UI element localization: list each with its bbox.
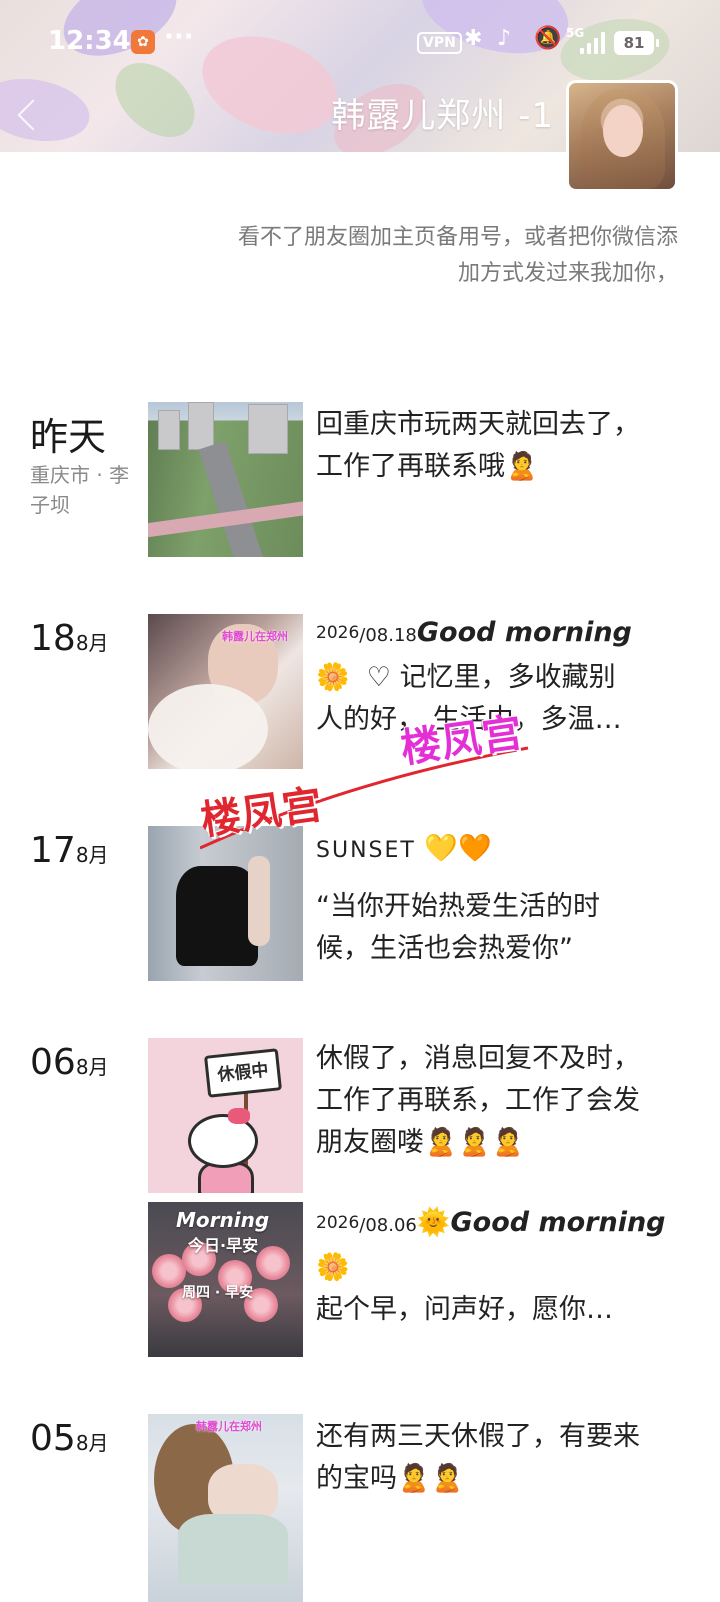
post-headline: 2026/08.06🌞Good morning — [316, 1202, 686, 1247]
post-text-line: 候，生活也会热爱你” — [316, 933, 573, 964]
post-text-line: 工作了再联系，工作了会发 — [316, 1085, 640, 1116]
earbuds-icon: ♪ — [497, 26, 512, 51]
thumb-flower — [152, 1254, 186, 1288]
post-text: 回重庆市玩两天就回去了， 工作了再联系哦🙎 — [316, 404, 686, 488]
avatar[interactable] — [566, 80, 678, 192]
mute-bell-icon: 🔕 — [534, 26, 562, 51]
person-emoji: 🙎 — [505, 451, 539, 482]
vpn-icon: VPN — [417, 32, 462, 54]
signature-line: 看不了朋友圈加主页备用号，或者把你微信添 — [237, 225, 678, 250]
post-text: 2026/08.06🌞Good morning 🌼 起个早，问声好，愿你… — [316, 1202, 686, 1331]
thumb-clothes — [178, 1514, 288, 1584]
post-text-line: “当你开始热爱生活的时 — [316, 891, 600, 922]
thumb-day: 周四 · 早安 — [182, 1285, 254, 1301]
profile-name: 韩露儿郑州 -1 — [331, 96, 554, 136]
thumb-building — [188, 402, 214, 450]
post-location: 重庆市 · 李子坝 — [30, 463, 130, 517]
post-date: 178月 — [30, 830, 109, 871]
post-text-line: 🌼 — [316, 1247, 686, 1289]
thumb-road — [198, 440, 266, 557]
profile-signature: 看不了朋友圈加主页备用号，或者把你微信添 加方式发过来我加你， — [158, 220, 678, 292]
post-thumbnail[interactable]: Morning 今日·早安 周四 · 早安 — [148, 1202, 303, 1357]
post-text-line: 回重庆市玩两天就回去了， — [316, 409, 640, 440]
thumb-arm — [248, 856, 270, 946]
post-text-line: 朋友圈喽🙎🙎🙎 — [316, 1122, 686, 1164]
bluetooth-icon: ✱ — [464, 26, 483, 51]
thumb-label: 韩露儿在郑州 — [196, 1420, 262, 1433]
flower-emoji: 🌼 — [316, 1252, 350, 1283]
avatar-face — [603, 105, 643, 157]
more-notifications-icon: ··· — [164, 22, 194, 52]
post-text-line: 🌼 ♡ 记忆里，多收藏别 — [316, 657, 686, 699]
thumb-title: Morning — [176, 1208, 270, 1232]
signature-line: 加方式发过来我加你， — [457, 261, 678, 286]
sun-emoji: 🌞 — [416, 1207, 451, 1238]
post-text: 还有两三天休假了，有要来 的宝吗🙎🙎 — [316, 1416, 686, 1500]
person-emoji: 🙎🙎🙎 — [424, 1127, 525, 1158]
app-notification-icon: ✿ — [131, 30, 155, 54]
post-headline: 2026/08.18Good morning — [316, 617, 632, 648]
status-time: 12:34 — [48, 26, 131, 56]
person-emoji: 🙎🙎 — [397, 1463, 465, 1494]
battery-icon: 81 — [614, 31, 659, 55]
status-bar: 12:34 ✿ ··· VPN ✱ ♪ 🔕 5G 81 — [0, 22, 720, 66]
post-text-line: 的宝吗🙎🙎 — [316, 1458, 686, 1500]
post-thumbnail[interactable] — [148, 402, 303, 557]
post-day-label: 昨天 — [30, 415, 107, 459]
thumb-figure — [176, 866, 258, 966]
post-text-line: 工作了再联系哦🙎 — [316, 446, 686, 488]
post-date: 188月 — [30, 618, 109, 659]
thumb-label: 韩露儿在郑州 — [222, 630, 288, 643]
post-date: 068月 — [30, 1042, 109, 1083]
post-text: 休假了，消息回复不及时， 工作了再联系，工作了会发 朋友圈喽🙎🙎🙎 — [316, 1038, 686, 1164]
signal-bars-icon — [580, 32, 606, 54]
thumb-subtitle: 今日·早安 — [188, 1236, 259, 1255]
flower-emoji: 🌼 — [316, 662, 350, 693]
post-thumbnail[interactable]: 韩露儿在郑州 — [148, 1414, 303, 1602]
post-text-line: 还有两三天休假了，有要来 — [316, 1421, 640, 1452]
thumb-building — [248, 404, 288, 454]
post-text-line: 休假了，消息回复不及时， — [316, 1043, 640, 1074]
thumb-flower — [256, 1246, 290, 1280]
cover-petal — [0, 70, 95, 150]
thumb-sign: 休假中 — [204, 1048, 282, 1098]
post-thumbnail[interactable]: 休假中 — [148, 1038, 303, 1193]
thumb-building — [158, 410, 180, 450]
post-date: 058月 — [30, 1418, 109, 1459]
thumb-bow — [228, 1108, 250, 1124]
thumb-kitty-head — [188, 1114, 258, 1168]
post-text-line: 起个早，问声好，愿你… — [316, 1294, 613, 1325]
